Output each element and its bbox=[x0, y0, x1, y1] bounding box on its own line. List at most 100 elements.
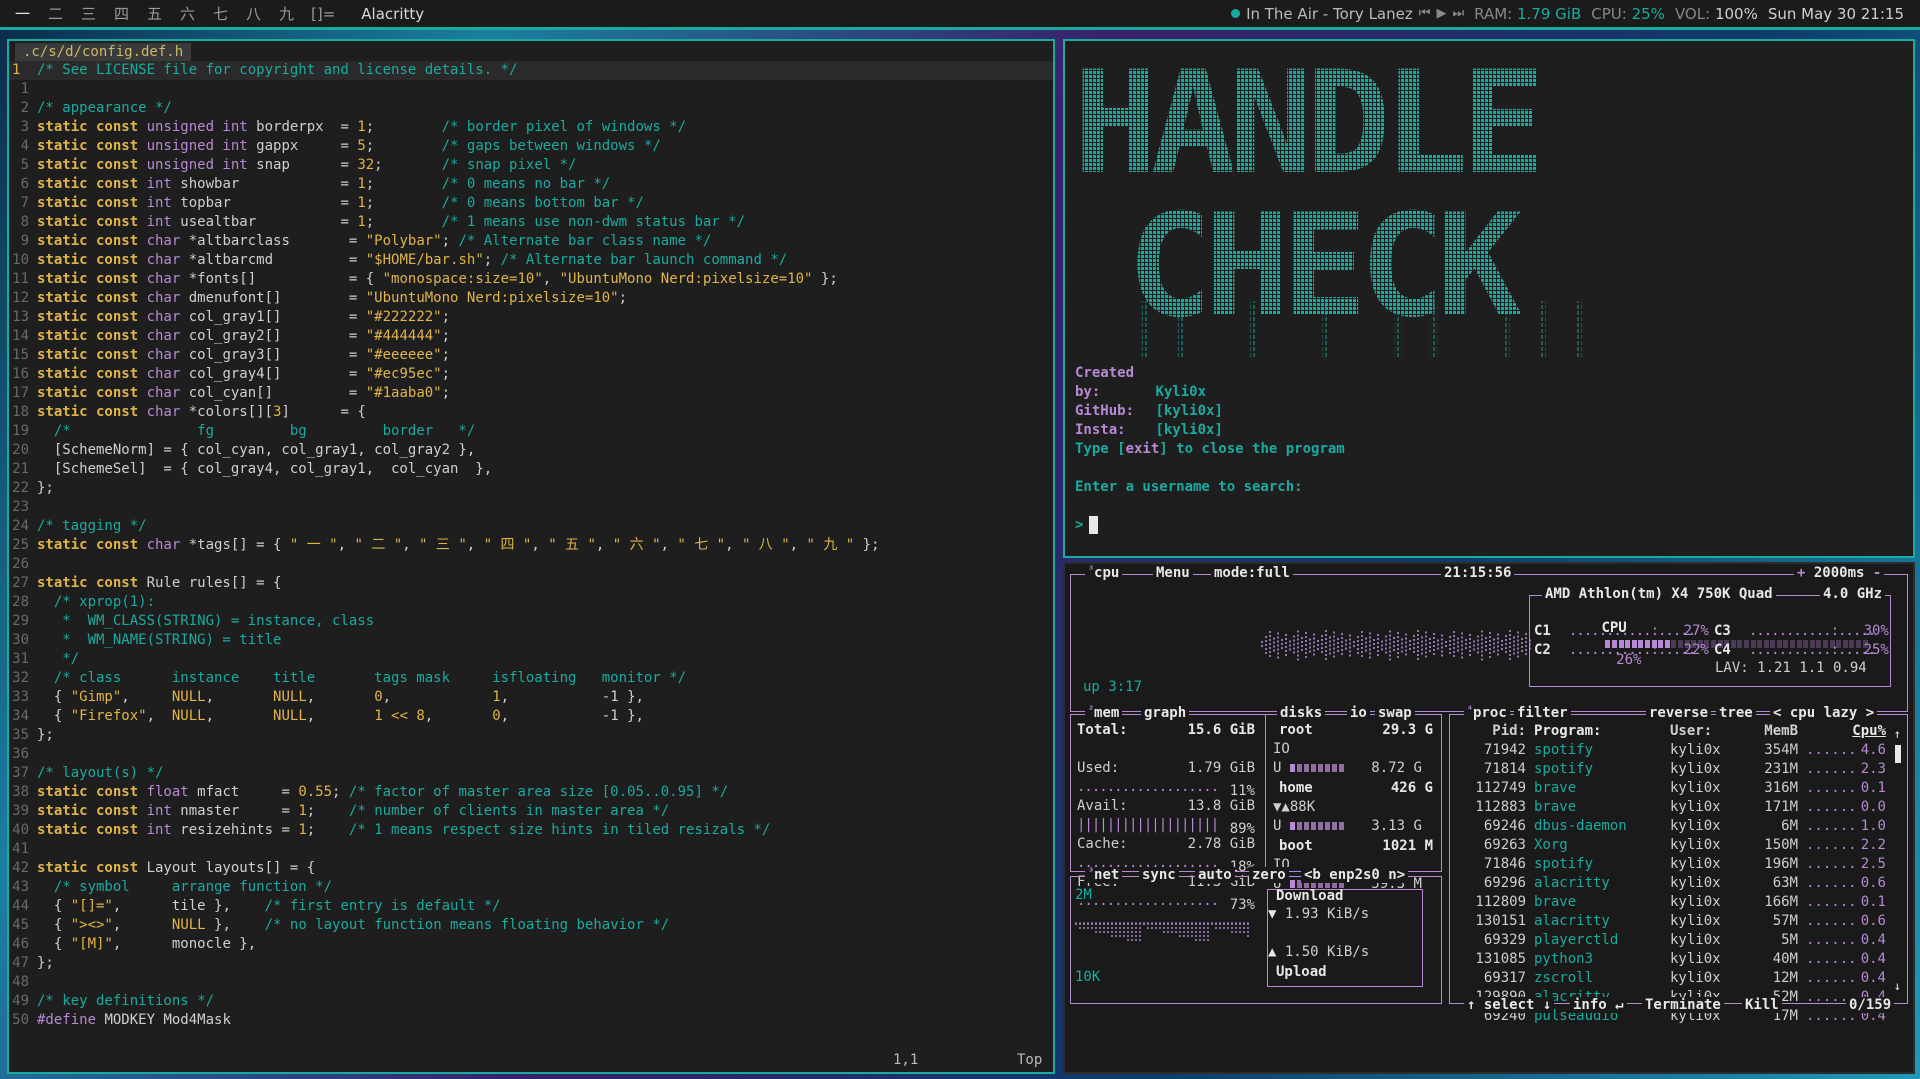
reverse-toggle[interactable]: reverse bbox=[1646, 705, 1712, 721]
process-row[interactable]: 69329 playerctld kyli0x 5M...... 0.4 bbox=[1450, 931, 1886, 950]
code-line[interactable]: 1 bbox=[9, 80, 1053, 99]
net-auto-toggle[interactable]: auto bbox=[1195, 867, 1235, 883]
code-line[interactable]: 21 [SchemeSel] = { col_gray4, col_gray1,… bbox=[9, 460, 1053, 479]
tag-2[interactable]: 二 bbox=[39, 3, 72, 24]
code-line[interactable]: 18 static const char *colors[][3] = { bbox=[9, 403, 1053, 422]
disk-root[interactable]: root 29.3 G bbox=[1273, 722, 1433, 738]
mem-box-title[interactable]: ²mem bbox=[1085, 705, 1123, 721]
cpu-box-title[interactable]: ³cpu bbox=[1085, 565, 1123, 581]
disks-title[interactable]: disks bbox=[1277, 705, 1326, 721]
process-row[interactable]: 71942 spotify kyli0x 354M...... 4.6 bbox=[1450, 741, 1886, 760]
next-icon[interactable]: ⏭ bbox=[1452, 6, 1464, 21]
vim-window[interactable]: .c/s/d/config.def.h 1 /* See LICENSE file… bbox=[7, 39, 1055, 1074]
code-line[interactable]: 29 * WM_CLASS(STRING) = instance, class bbox=[9, 612, 1053, 631]
scroll-up-icon[interactable]: ↑ bbox=[1894, 727, 1901, 741]
vim-buffer[interactable]: 1 /* See LICENSE file for copyright and l… bbox=[9, 61, 1053, 1030]
net-zero-toggle[interactable]: zero bbox=[1249, 867, 1289, 883]
tag-7[interactable]: 七 bbox=[204, 3, 237, 24]
code-line[interactable]: 35}; bbox=[9, 726, 1053, 745]
process-row[interactable]: 69263 Xorg kyli0x 150M...... 2.2 bbox=[1450, 836, 1886, 855]
code-line[interactable]: 37 /* layout(s) */ bbox=[9, 764, 1053, 783]
code-line[interactable]: 26 bbox=[9, 555, 1053, 574]
code-line[interactable]: 46 { "[M]", monocle }, bbox=[9, 935, 1053, 954]
code-line[interactable]: 14 static const char col_gray2[] = "#4444… bbox=[9, 327, 1053, 346]
code-line[interactable]: 22}; bbox=[9, 479, 1053, 498]
code-line[interactable]: 19 /* fg bg border */ bbox=[9, 422, 1053, 441]
code-line[interactable]: 47}; bbox=[9, 954, 1053, 973]
code-line[interactable]: 23 bbox=[9, 498, 1053, 517]
disk-boot[interactable]: boot 1021 M bbox=[1273, 838, 1433, 854]
code-line[interactable]: 3 static const unsigned int borderpx = 1;… bbox=[9, 118, 1053, 137]
previous-icon[interactable]: ⏮ bbox=[1419, 6, 1431, 21]
code-line[interactable]: 32 /* class instance title tags mask isf… bbox=[9, 669, 1053, 688]
process-row[interactable]: 130151 alacritty kyli0x 57M...... 0.6 bbox=[1450, 912, 1886, 931]
code-line[interactable]: 30 * WM_NAME(STRING) = title bbox=[9, 631, 1053, 650]
menu-button[interactable]: Menu bbox=[1153, 565, 1193, 581]
code-line[interactable]: 33 { "Gimp", NULL, NULL, 0, 1, -1 }, bbox=[9, 688, 1053, 707]
code-line[interactable]: 44 { "[]=", tile }, /* first entry is de… bbox=[9, 897, 1053, 916]
scrollbar-thumb[interactable] bbox=[1895, 745, 1901, 763]
code-line[interactable]: 1 /* See LICENSE file for copyright and l… bbox=[9, 61, 1053, 80]
tag-6[interactable]: 六 bbox=[171, 3, 204, 24]
net-box-title[interactable]: ³net bbox=[1085, 867, 1123, 883]
code-line[interactable]: 20 [SchemeNorm] = { col_cyan, col_gray1,… bbox=[9, 441, 1053, 460]
code-line[interactable]: 2 /* appearance */ bbox=[9, 99, 1053, 118]
code-line[interactable]: 9 static const char *altbarclass = "Polyb… bbox=[9, 232, 1053, 251]
play-icon[interactable]: ▶ bbox=[1436, 6, 1446, 21]
code-line[interactable]: 4 static const unsigned int gappx = 5; /*… bbox=[9, 137, 1053, 156]
proc-box-title[interactable]: ⁴proc bbox=[1464, 705, 1510, 721]
code-line[interactable]: 42 static const Layout layouts[] = { bbox=[9, 859, 1053, 878]
code-line[interactable]: 48 bbox=[9, 973, 1053, 992]
swap-toggle[interactable]: swap bbox=[1375, 705, 1415, 721]
code-line[interactable]: 7 static const int topbar = 1; /* 0 means… bbox=[9, 194, 1053, 213]
layout-symbol[interactable]: []= bbox=[311, 5, 335, 23]
tag-1[interactable]: 一 bbox=[6, 3, 39, 24]
info-button[interactable]: info ↵ bbox=[1570, 997, 1627, 1013]
process-row[interactable]: 112809 brave kyli0x 166M...... 0.1 bbox=[1450, 893, 1886, 912]
process-row[interactable]: 71846 spotify kyli0x 196M...... 2.5 bbox=[1450, 855, 1886, 874]
kill-button[interactable]: Kill bbox=[1742, 997, 1782, 1013]
scroll-down-icon[interactable]: ↓ bbox=[1894, 979, 1901, 993]
code-line[interactable]: 27 static const Rule rules[] = { bbox=[9, 574, 1053, 593]
code-line[interactable]: 16 static const char col_gray4[] = "#ec95… bbox=[9, 365, 1053, 384]
code-line[interactable]: 45 { "><>", NULL }, /* no layout functio… bbox=[9, 916, 1053, 935]
code-line[interactable]: 49 /* key definitions */ bbox=[9, 992, 1053, 1011]
code-line[interactable]: 40 static const int resizehints = 1; /* 1… bbox=[9, 821, 1053, 840]
code-line[interactable]: 41 bbox=[9, 840, 1053, 859]
code-line[interactable]: 50 #define MODKEY Mod4Mask bbox=[9, 1011, 1053, 1030]
code-line[interactable]: 25 static const char *tags[] = { " 一 ", "… bbox=[9, 536, 1053, 555]
process-row[interactable]: 112883 brave kyli0x 171M...... 0.0 bbox=[1450, 798, 1886, 817]
process-row[interactable]: 69317 zscroll kyli0x 12M...... 0.4 bbox=[1450, 969, 1886, 988]
code-line[interactable]: 15 static const char col_gray3[] = "#eeee… bbox=[9, 346, 1053, 365]
process-row[interactable]: 131085 python3 kyli0x 40M...... 0.4 bbox=[1450, 950, 1886, 969]
process-row[interactable]: 71814 spotify kyli0x 231M...... 2.3 bbox=[1450, 760, 1886, 779]
tag-5[interactable]: 五 bbox=[138, 3, 171, 24]
code-line[interactable]: 13 static const char col_gray1[] = "#2222… bbox=[9, 308, 1053, 327]
media-player[interactable]: In The Air - Tory Lanez ⏮ ▶ ⏭ bbox=[1231, 5, 1464, 23]
mem-graph-toggle[interactable]: graph bbox=[1141, 705, 1190, 721]
tag-4[interactable]: 四 bbox=[105, 3, 138, 24]
select-hint[interactable]: ↑ select ↓ bbox=[1464, 997, 1555, 1013]
net-interface-select[interactable]: <b enp2s0 n> bbox=[1301, 867, 1409, 883]
mode-toggle[interactable]: mode:full bbox=[1211, 565, 1293, 581]
process-row[interactable]: 112749 brave kyli0x 316M...... 0.1 bbox=[1450, 779, 1886, 798]
disk-home[interactable]: home 426 G bbox=[1273, 780, 1433, 796]
tag-8[interactable]: 八 bbox=[237, 3, 270, 24]
io-toggle[interactable]: io bbox=[1347, 705, 1370, 721]
tag-3[interactable]: 三 bbox=[72, 3, 105, 24]
tree-toggle[interactable]: tree bbox=[1716, 705, 1756, 721]
code-line[interactable]: 11 static const char *fonts[] = { "monosp… bbox=[9, 270, 1053, 289]
handle-check-window[interactable]: HANDLE CHECK || | | || ||| | Created by:… bbox=[1063, 39, 1915, 558]
volume-status[interactable]: VOL: 100% bbox=[1675, 5, 1758, 23]
terminate-button[interactable]: Terminate bbox=[1642, 997, 1724, 1013]
code-line[interactable]: 43 /* symbol arrange function */ bbox=[9, 878, 1053, 897]
code-line[interactable]: 5 static const unsigned int snap = 32; /*… bbox=[9, 156, 1053, 175]
code-line[interactable]: 39 static const int nmaster = 1; /* numbe… bbox=[9, 802, 1053, 821]
code-line[interactable]: 34 { "Firefox", NULL, NULL, 1 << 8, 0, -… bbox=[9, 707, 1053, 726]
code-line[interactable]: 17 static const char col_cyan[] = "#1aaba… bbox=[9, 384, 1053, 403]
code-line[interactable]: 24 /* tagging */ bbox=[9, 517, 1053, 536]
tag-9[interactable]: 九 bbox=[270, 3, 303, 24]
net-sync-toggle[interactable]: sync bbox=[1139, 867, 1179, 883]
process-row[interactable]: 69246 dbus-daemon kyli0x 6M...... 1.0 bbox=[1450, 817, 1886, 836]
sort-selector[interactable]: < cpu lazy > bbox=[1770, 705, 1878, 721]
